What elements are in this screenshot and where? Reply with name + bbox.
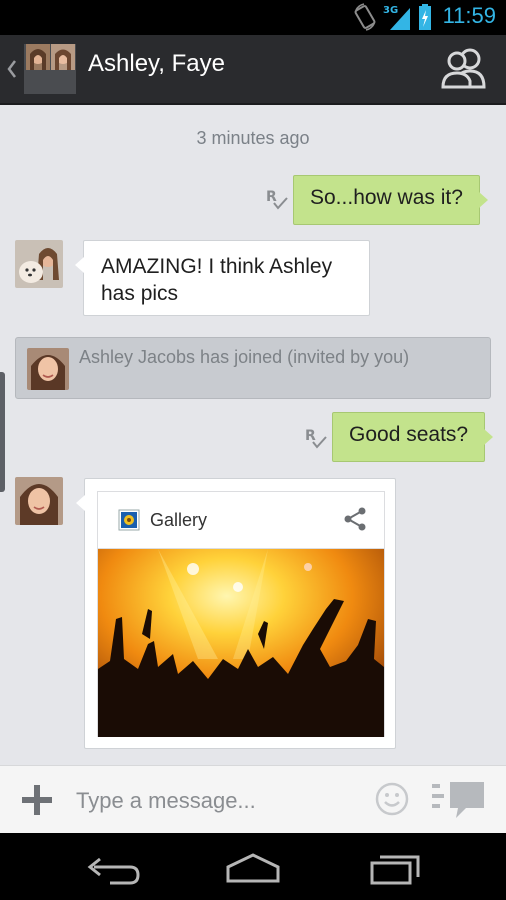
concert-photo[interactable] [98,549,384,737]
incoming-message[interactable]: AMAZING! I think Ashley has pics [75,240,370,316]
message-text-line: AMAZING! I think Ashley [101,255,333,278]
attachment-card[interactable]: Gallery [76,478,396,749]
message-text: Good seats? [349,423,469,446]
navigation-bar [0,833,506,900]
clock: 11:59 [442,3,496,28]
attachment-header: Gallery [98,492,384,549]
back-icon[interactable] [80,845,146,889]
outgoing-message[interactable]: So...how was it? [293,175,488,225]
action-bar: Ashley, Faye [0,35,506,105]
people-icon[interactable] [440,47,488,89]
sender-avatar[interactable] [15,240,63,288]
attachment-preview[interactable]: Gallery [97,491,385,737]
send-icon[interactable] [432,780,486,820]
status-bar: 3G 11:59 [0,0,506,35]
message-timestamp: 3 minutes ago [196,128,310,148]
plus-icon[interactable] [20,783,54,817]
read-receipt-icon: R [305,428,327,449]
outgoing-message[interactable]: Good seats? [332,412,494,462]
group-avatar[interactable] [24,44,76,94]
gallery-icon [118,509,140,531]
conversation-title: Ashley, Faye [88,50,225,77]
back-chevron-icon[interactable] [4,51,18,87]
emoji-icon[interactable] [374,781,410,817]
system-notice: Ashley Jacobs has joined (invited by you… [15,337,491,399]
recent-apps-icon[interactable] [362,845,428,889]
battery-charging-icon [419,4,431,30]
system-notice-text: Ashley Jacobs has joined (invited by you… [79,347,410,367]
message-input[interactable] [74,776,368,826]
read-receipt-icon: R [266,189,288,210]
message-text: So...how was it? [310,186,463,209]
joined-user-avatar [27,348,69,390]
svg-text:R: R [266,189,277,205]
scroll-handle[interactable] [0,372,5,492]
attachment-source: Gallery [150,510,208,530]
svg-text:R: R [305,428,316,444]
rotation-icon [354,3,376,31]
message-text-line: has pics [101,282,179,305]
message-composer [0,765,506,834]
share-icon[interactable] [342,506,368,532]
network-label: 3G [383,5,398,16]
home-icon[interactable] [220,845,286,889]
sender-avatar[interactable] [15,477,63,525]
signal-3g-icon: 3G [383,5,410,30]
